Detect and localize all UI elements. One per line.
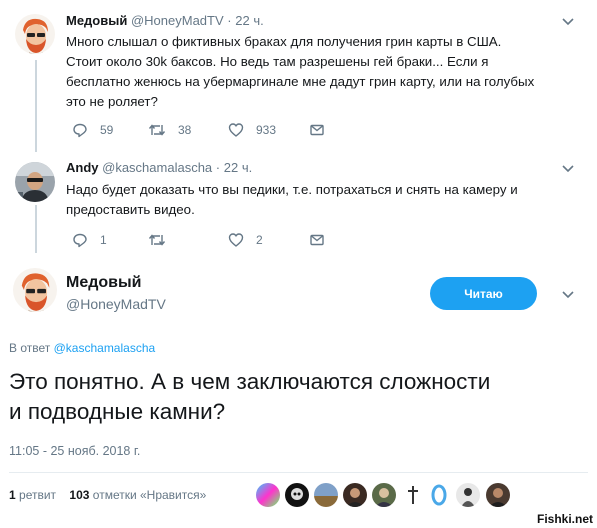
engagement-stats: 1 ретвит 103 отметки «Нравится» [9,488,206,502]
retweet-icon [148,234,166,246]
retweet-button[interactable]: 38 [148,121,191,139]
like-count[interactable]: 103 [69,488,89,502]
reply-count: 59 [100,123,114,137]
separator: · [215,160,221,175]
retweet-icon [148,124,166,136]
tweet-text: Много слышал о фиктивных браках для полу… [66,34,535,109]
reply-icon [73,233,87,248]
retweet-count: 38 [178,123,192,137]
liker-avatar[interactable] [256,483,280,507]
blue-ring-avatar-icon [431,484,447,506]
dagger-symbol-icon [408,486,418,504]
heart-icon [228,123,244,137]
chevron-down-icon[interactable] [561,162,575,176]
bearded-man-avatar-icon [13,268,57,312]
liker-avatar[interactable] [456,483,480,507]
envelope-icon [310,124,324,136]
author-handle[interactable]: @HoneyMadTV [66,296,166,312]
retweet-count[interactable]: 1 [9,488,16,502]
thread-connector [35,60,37,152]
author-name[interactable]: Медовый [66,274,142,292]
like-count: 2 [256,233,263,247]
reply-icon [73,123,87,138]
tweet-actions: 59 38 933 [66,121,366,139]
person-avatar-icon [375,488,393,507]
separator: · [227,13,232,28]
liker-avatar[interactable] [427,483,451,507]
person-avatar-icon [489,488,507,507]
tweet-text: Надо будет доказать что вы педики, т.е. … [66,182,518,217]
heart-icon [228,233,244,247]
reply-button[interactable]: 1 [72,231,107,249]
person-avatar-icon [461,488,475,507]
retweet-button[interactable] [148,231,178,249]
chevron-down-icon[interactable] [561,15,575,29]
liker-avatar[interactable] [343,483,367,507]
avatar[interactable] [15,162,55,202]
author-name[interactable]: Andy [66,160,99,175]
tweet-text: Это понятно. А в чем заключаются сложнос… [9,369,491,424]
like-count: 933 [256,123,277,137]
author-name[interactable]: Медовый [66,13,127,28]
message-button[interactable] [309,231,337,249]
tweet-time[interactable]: 22 ч. [235,13,263,28]
thread-connector [35,205,37,253]
liker-avatar[interactable] [314,483,338,507]
tweet-2[interactable]: Andy @kaschamalascha · 22 ч. Надо будет … [0,150,597,250]
main-tweet: Медовый @HoneyMadTV Читаю В ответ @kasch… [0,250,597,528]
watermark: Fishki.net [536,512,593,526]
chevron-down-icon[interactable] [561,288,575,302]
liker-avatar[interactable] [401,483,425,507]
message-button[interactable] [309,121,337,139]
avatar[interactable] [13,268,57,312]
reply-handle-link[interactable]: @kaschamalascha [54,341,156,355]
tweet-time[interactable]: 22 ч. [224,160,252,175]
like-button[interactable]: 2 [228,231,263,249]
reply-button[interactable]: 59 [72,121,113,139]
reply-context: В ответ @kaschamalascha [9,341,155,355]
man-in-car-avatar-icon [15,162,55,202]
liker-avatar[interactable] [372,483,396,507]
liker-avatar[interactable] [486,483,510,507]
reply-prefix: В ответ [9,341,51,355]
avatar[interactable] [15,14,55,54]
like-button[interactable]: 933 [228,121,276,139]
reply-count: 1 [100,233,107,247]
like-label[interactable]: отметки «Нравится» [93,488,207,502]
bearded-man-avatar-icon [15,14,55,54]
tweet-actions: 1 2 [66,231,366,249]
following-button[interactable]: Читаю [430,277,537,310]
author-handle[interactable]: @HoneyMadTV [131,13,224,28]
tweet-timestamp[interactable]: 11:05 - 25 нояб. 2018 г. [9,444,140,458]
person-avatar-icon [346,488,364,507]
liker-avatar[interactable] [285,483,309,507]
skull-avatar-icon [291,488,303,500]
retweet-label[interactable]: ретвит [19,488,56,502]
divider [9,472,588,473]
envelope-icon [310,234,324,246]
author-handle[interactable]: @kaschamalascha [102,160,212,175]
tweet-1[interactable]: Медовый @HoneyMadTV · 22 ч. Много слышал… [0,0,597,150]
